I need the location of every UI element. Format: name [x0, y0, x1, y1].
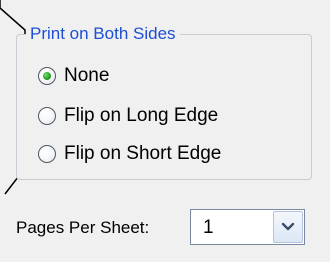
pages-per-sheet-value: 1	[203, 217, 214, 238]
chevron-down-icon	[281, 222, 295, 231]
radio-flip-on-short-edge-label: Flip on Short Edge	[64, 143, 222, 164]
printer-options-panel: Print on Both Sides None Flip on Long Ed…	[0, 0, 330, 262]
radio-selected-indicator	[43, 72, 51, 80]
radio-flip-on-long-edge[interactable]: Flip on Long Edge	[38, 103, 218, 129]
print-on-both-sides-title: Print on Both Sides	[26, 24, 180, 44]
pages-per-sheet-label: Pages Per Sheet:	[16, 218, 150, 237]
dropdown-button[interactable]	[273, 211, 303, 243]
radio-none-label: None	[64, 65, 110, 86]
radio-button[interactable]	[38, 107, 56, 125]
radio-button[interactable]	[38, 145, 56, 163]
radio-flip-on-long-edge-label: Flip on Long Edge	[64, 105, 219, 126]
radio-flip-on-short-edge[interactable]: Flip on Short Edge	[38, 141, 221, 167]
pages-per-sheet-combobox[interactable]: 1	[190, 209, 305, 245]
radio-none[interactable]: None	[38, 63, 109, 89]
radio-button-selected[interactable]	[38, 67, 56, 85]
